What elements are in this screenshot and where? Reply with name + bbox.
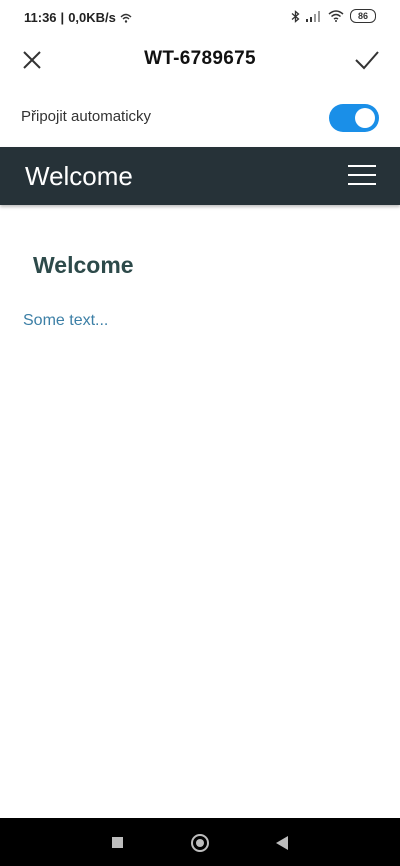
status-left: 11:36 | 0,0KB/s <box>24 10 132 25</box>
bluetooth-icon <box>291 9 300 23</box>
title-bar: WT-6789675 <box>0 36 400 84</box>
status-separator: | <box>60 10 65 25</box>
wifi-icon <box>328 10 344 22</box>
page-title: WT-6789675 <box>144 48 256 69</box>
hamburger-line <box>348 165 376 167</box>
auto-connect-row: Připojit automaticky <box>0 94 400 142</box>
content-heading: Welcome <box>33 252 134 278</box>
status-right: 86 <box>291 9 376 23</box>
web-header-title: Welcome <box>25 161 133 191</box>
circle-icon[interactable] <box>191 834 209 852</box>
status-bar: 11:36 | 0,0KB/s 86 <box>0 0 400 36</box>
hotspot-icon <box>120 13 132 23</box>
web-header: Welcome <box>0 147 400 205</box>
square-icon[interactable] <box>112 837 123 848</box>
status-time: 11:36 <box>24 10 57 25</box>
hamburger-line <box>348 183 376 185</box>
toggle-knob <box>355 108 375 128</box>
auto-connect-toggle[interactable] <box>329 104 379 132</box>
hamburger-line <box>348 174 376 176</box>
content-text: Some text... <box>23 312 109 329</box>
battery-indicator: 86 <box>350 9 376 23</box>
navigation-bar <box>0 818 400 866</box>
auto-connect-label: Připojit automaticky <box>21 108 152 125</box>
status-network-speed: 0,0KB/s <box>68 10 116 25</box>
check-icon[interactable] <box>354 48 380 72</box>
triangle-back-icon[interactable] <box>275 835 289 851</box>
signal-icon <box>306 11 320 22</box>
hamburger-menu-icon[interactable] <box>348 165 376 187</box>
